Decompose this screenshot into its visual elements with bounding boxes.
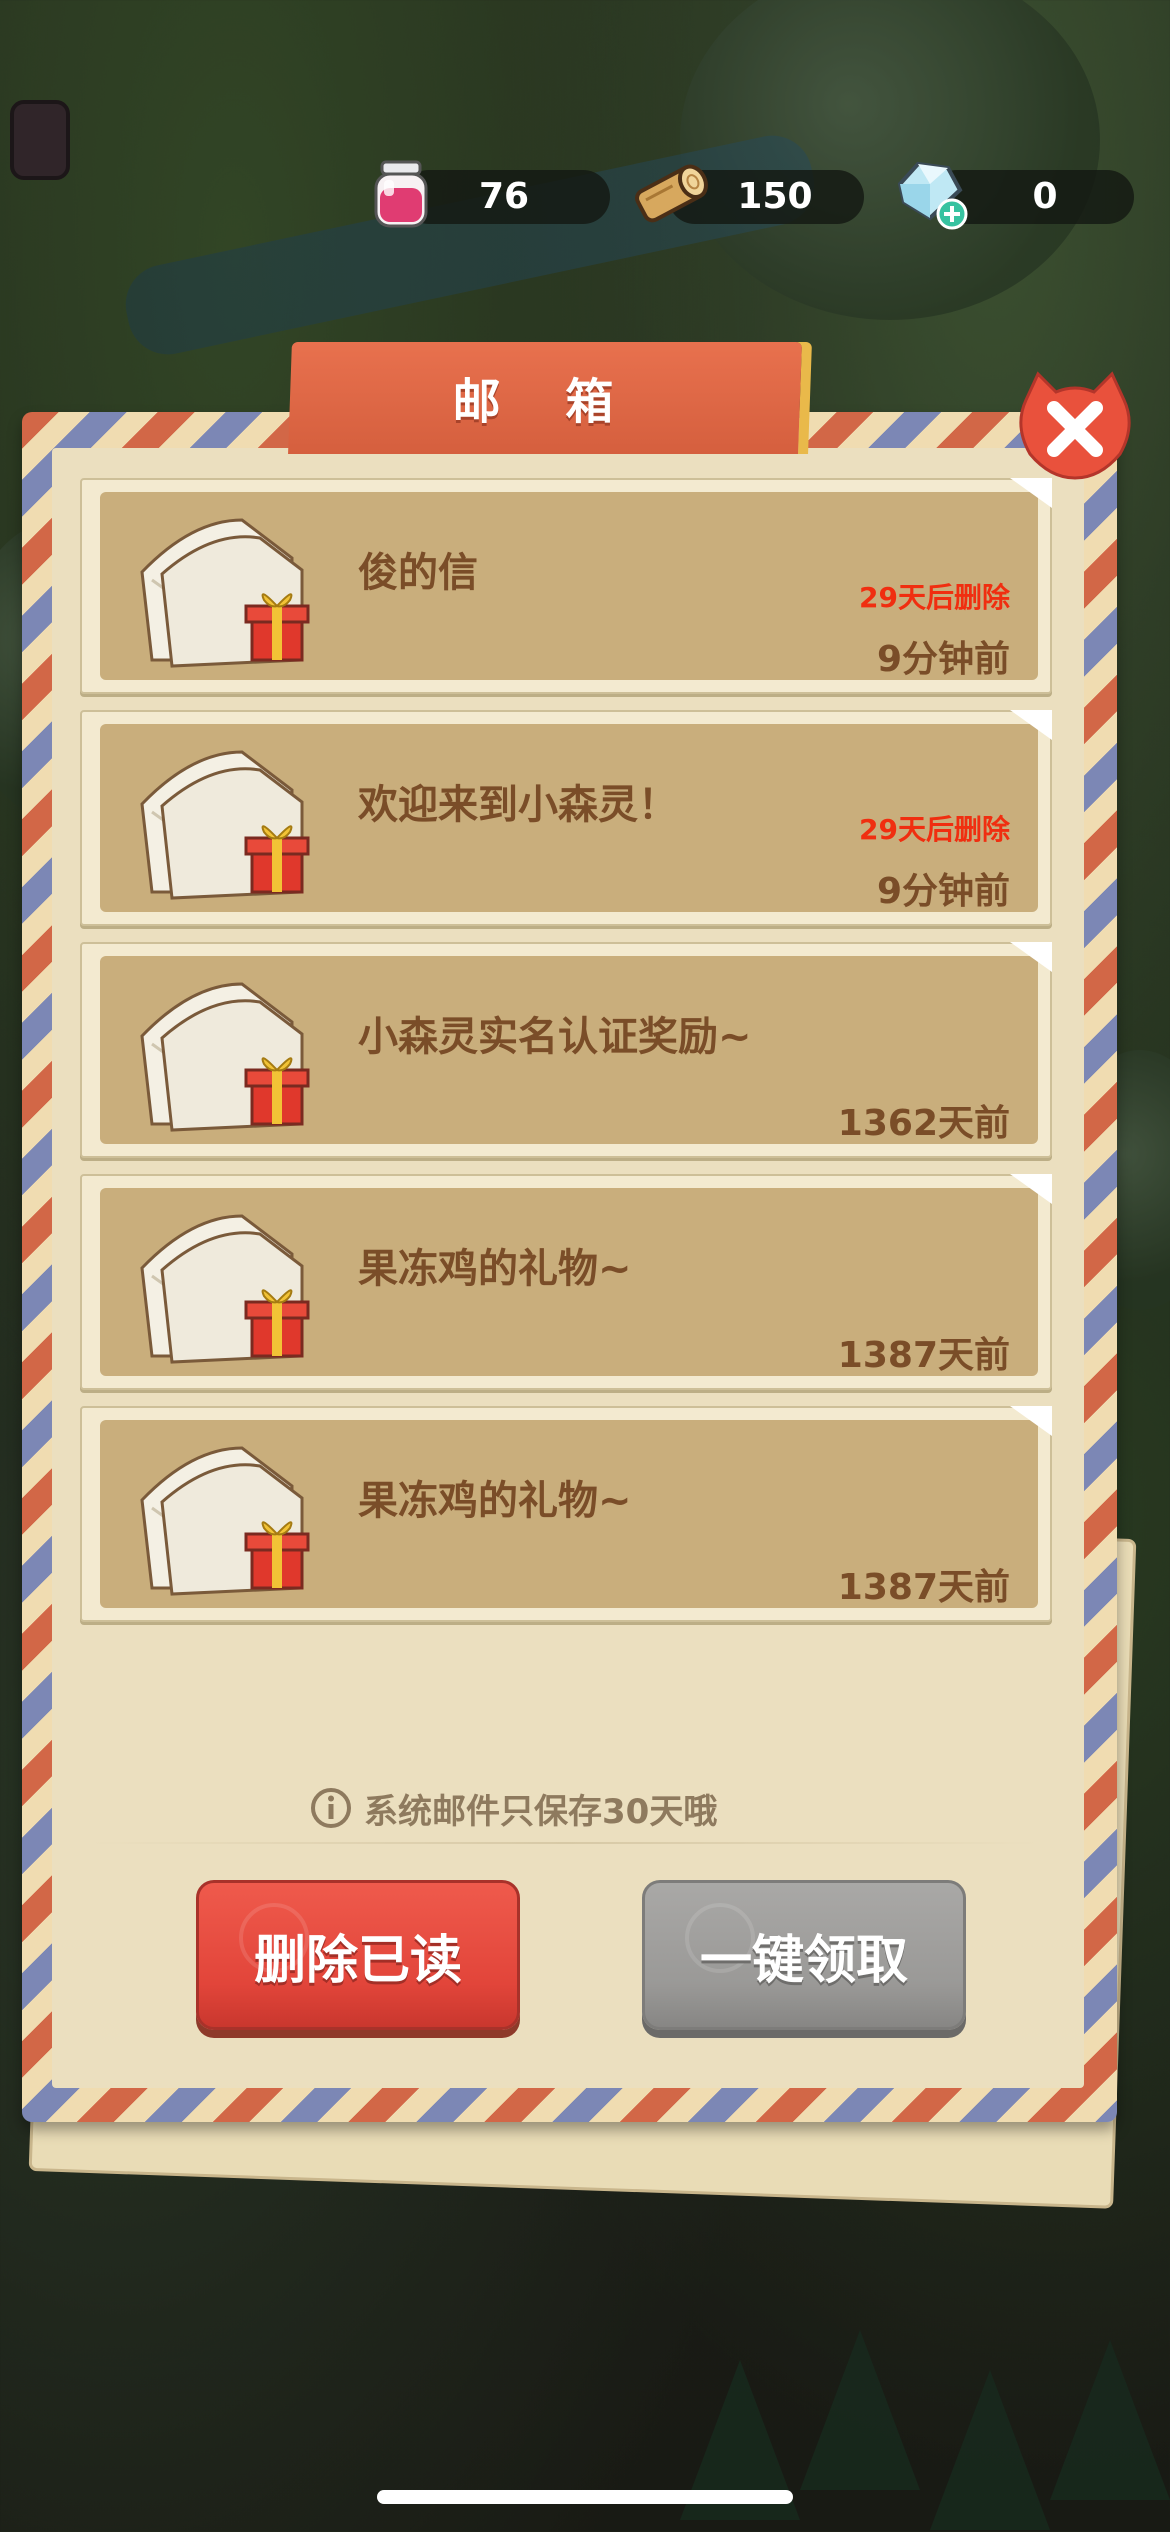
claim-all-button[interactable]: 一键领取 <box>642 1880 966 2030</box>
envelope-gift-icon <box>140 1446 310 1596</box>
mail-list: 俊的信 29天后删除 9分钟前 欢迎来到小森灵！ 29天后删除 9分钟前 小森灵… <box>80 478 1052 1638</box>
mail-item[interactable]: 欢迎来到小森灵！ 29天后删除 9分钟前 <box>80 710 1052 926</box>
mail-time: 1387天前 <box>837 1335 1010 1376</box>
mail-title: 俊的信 <box>358 550 478 596</box>
page-fold <box>1010 1406 1052 1436</box>
mail-item[interactable]: 俊的信 29天后删除 9分钟前 <box>80 478 1052 694</box>
retention-notice-text: 系统邮件只保存30天哦 <box>364 1791 718 1832</box>
mail-item[interactable]: 小森灵实名认证奖励~ 1362天前 <box>80 942 1052 1158</box>
mail-time: 1387天前 <box>837 1567 1010 1608</box>
mail-card: 俊的信 29天后删除 9分钟前 <box>100 492 1038 680</box>
envelope-gift-icon <box>140 1214 310 1364</box>
claim-all-label: 一键领取 <box>699 1930 908 1991</box>
delete-read-button[interactable]: 删除已读 <box>196 1880 520 2030</box>
mail-expire-text: 29天后删除 <box>859 581 1010 614</box>
mail-card: 小森灵实名认证奖励~ 1362天前 <box>100 956 1038 1144</box>
resource-jam[interactable]: 76 <box>372 160 612 228</box>
mailbox-title: 邮 箱 <box>452 374 638 430</box>
mail-card: 果冻鸡的礼物~ 1387天前 <box>100 1420 1038 1608</box>
home-indicator[interactable] <box>377 2490 793 2504</box>
jam-count: 76 <box>478 176 530 217</box>
page-fold <box>1010 1174 1052 1204</box>
mail-title: 果冻鸡的礼物~ <box>358 1246 632 1292</box>
retention-notice: 系统邮件只保存30天哦 <box>310 1780 717 1836</box>
wood-log-icon <box>635 164 708 223</box>
mail-expire-text: 29天后删除 <box>859 813 1010 846</box>
wood-count: 150 <box>737 176 813 217</box>
diamond-plus-icon[interactable] <box>890 156 972 234</box>
gem-count: 0 <box>1032 176 1058 217</box>
mail-time: 9分钟前 <box>876 871 1010 912</box>
close-button[interactable] <box>1012 370 1138 482</box>
page-fold <box>1010 710 1052 740</box>
mail-title: 欢迎来到小森灵！ <box>358 782 678 828</box>
envelope-gift-icon <box>140 750 310 900</box>
mail-card: 欢迎来到小森灵！ 29天后删除 9分钟前 <box>100 724 1038 912</box>
divider <box>90 1842 1040 1844</box>
resource-wood[interactable]: 150 <box>628 164 868 228</box>
page-fold <box>1010 942 1052 972</box>
mail-title: 果冻鸡的礼物~ <box>358 1478 632 1524</box>
mail-item[interactable]: 果冻鸡的礼物~ 1387天前 <box>80 1174 1052 1390</box>
mail-time: 1362天前 <box>837 1103 1010 1144</box>
envelope-gift-icon <box>140 518 310 668</box>
page-fold <box>1010 478 1052 508</box>
info-icon <box>311 1788 351 1828</box>
mail-time: 9分钟前 <box>876 639 1010 680</box>
jam-jar-icon <box>374 160 428 228</box>
mail-item[interactable]: 果冻鸡的礼物~ 1387天前 <box>80 1406 1052 1622</box>
resource-gem[interactable]: 0 <box>890 161 1136 230</box>
delete-read-label: 删除已读 <box>253 1930 462 1991</box>
mail-card: 果冻鸡的礼物~ 1387天前 <box>100 1188 1038 1376</box>
mail-title: 小森灵实名认证奖励~ <box>358 1014 752 1060</box>
envelope-gift-icon <box>140 982 310 1132</box>
